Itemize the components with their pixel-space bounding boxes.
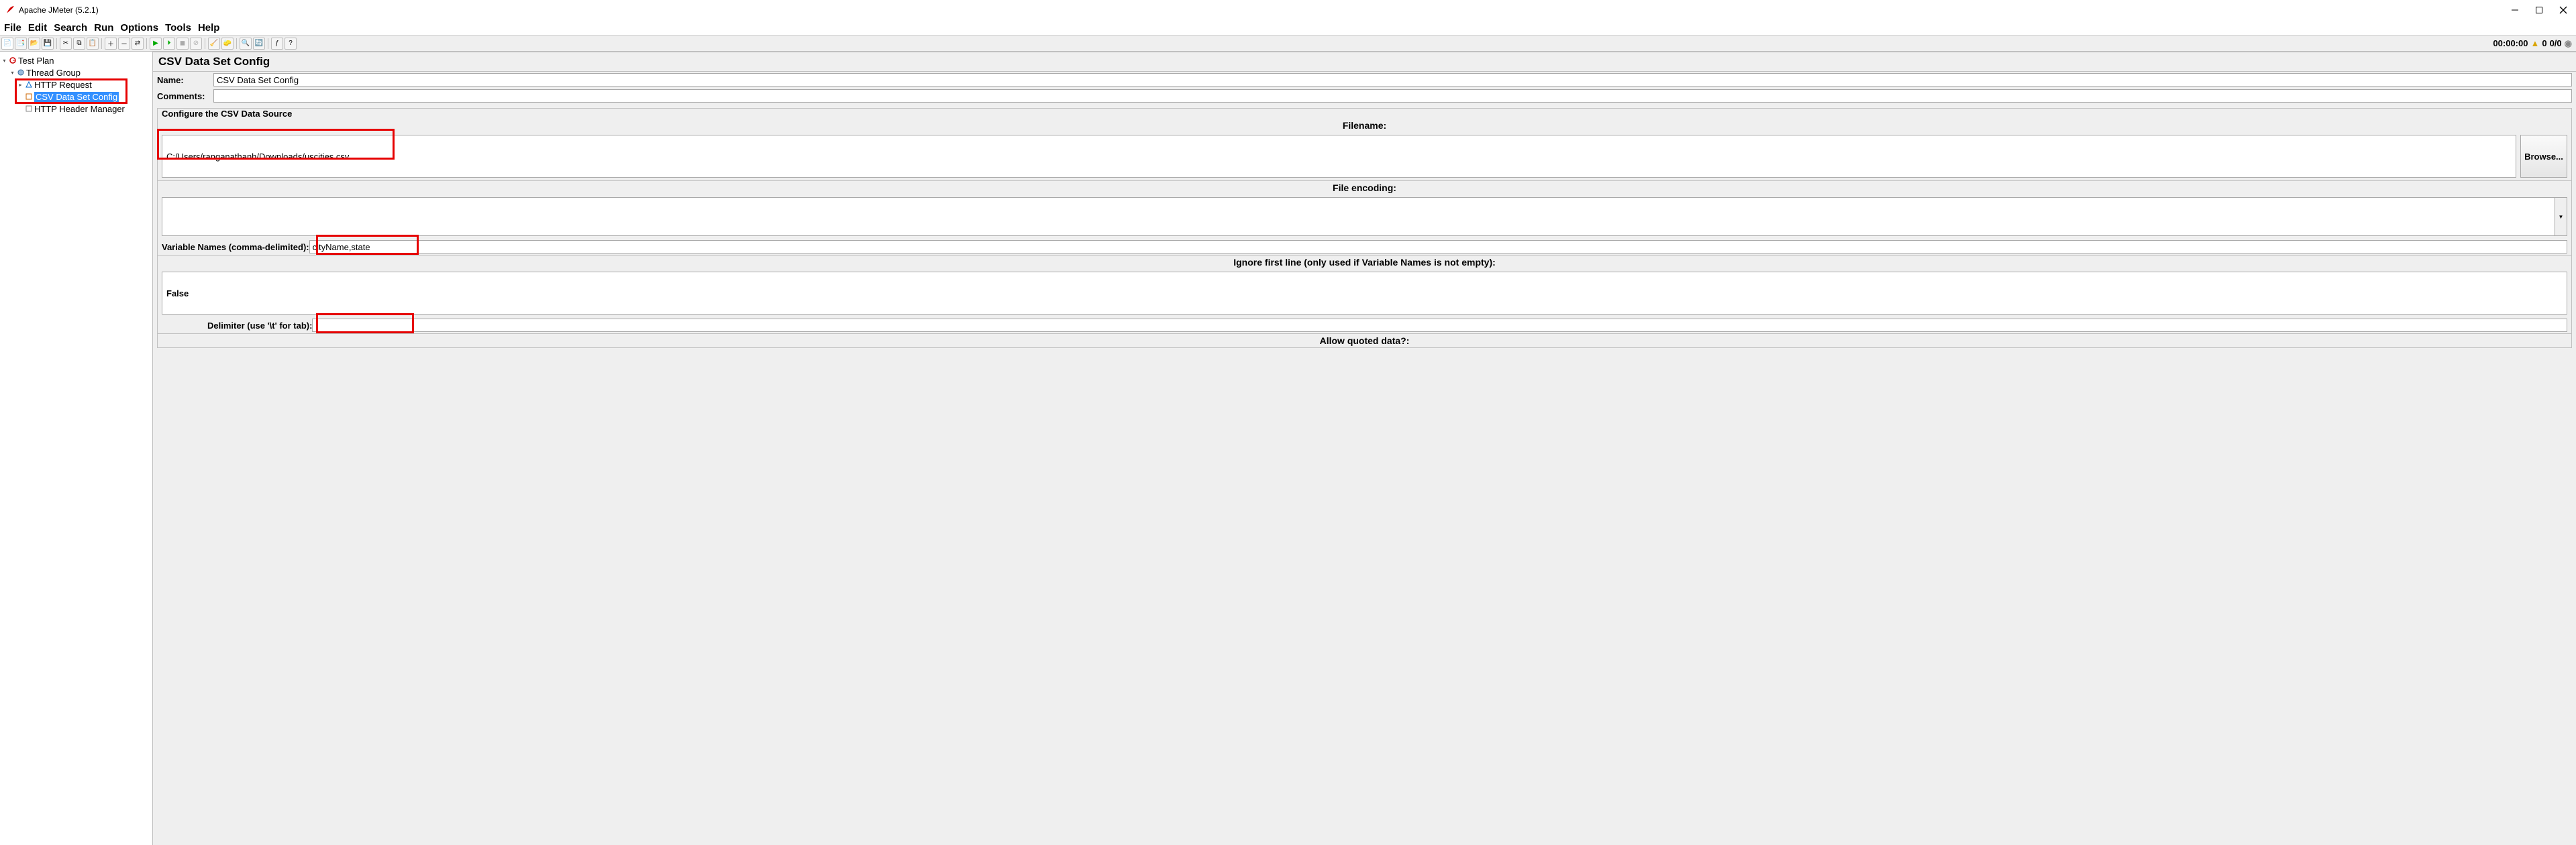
sampler-icon <box>25 80 33 89</box>
expand-icon[interactable]: ＋ <box>105 38 117 50</box>
threadgroup-icon <box>17 68 25 76</box>
varnames-row: Variable Names (comma-delimited): <box>158 239 2571 255</box>
search-icon[interactable]: 🔍 <box>240 38 252 50</box>
tree-label: Thread Group <box>26 68 81 78</box>
templates-icon[interactable]: 📑 <box>15 38 27 50</box>
name-row: Name: <box>153 72 2576 88</box>
toggle-icon[interactable]: ⇄ <box>132 38 144 50</box>
group-title: Configure the CSV Data Source <box>160 109 293 119</box>
config-icon <box>25 105 33 113</box>
tree-root[interactable]: ▾ Test Plan <box>0 54 152 66</box>
name-label: Name: <box>157 75 213 85</box>
delimiter-row: Delimiter (use '\t' for tab): <box>158 317 2571 333</box>
testplan-icon <box>9 56 17 64</box>
filename-input[interactable]: C:/Users/ranganathanh/Downloads/uscities… <box>162 135 2516 178</box>
menu-options[interactable]: Options <box>119 22 160 34</box>
dropdown-icon[interactable]: ▼ <box>2555 198 2567 235</box>
warning-icon: ▲ <box>2530 38 2539 48</box>
tree-thread-group[interactable]: ▾ Thread Group <box>0 66 152 78</box>
delimiter-label: Delimiter (use '\t' for tab): <box>207 321 312 331</box>
delimiter-input[interactable] <box>312 319 2567 332</box>
open-icon[interactable]: 📂 <box>28 38 40 50</box>
tree-csv-config[interactable]: ▸ CSV Data Set Config <box>0 91 152 103</box>
close-button[interactable] <box>2559 5 2568 15</box>
filename-text: C:/Users/ranganathanh/Downloads/uscities… <box>166 152 349 162</box>
paste-icon[interactable]: 📋 <box>87 38 99 50</box>
csv-source-group: Configure the CSV Data Source Filename: … <box>157 108 2572 348</box>
shutdown-icon[interactable]: ⊘ <box>190 38 202 50</box>
main-split: ▾ Test Plan ▾ Thread Group ▸ HTTP Reques… <box>0 52 2576 845</box>
tree-header-manager[interactable]: ▸ HTTP Header Manager <box>0 103 152 115</box>
stop-icon[interactable]: ◼ <box>176 38 189 50</box>
function-helper-icon[interactable]: ƒ <box>271 38 283 50</box>
ignore-value: False <box>166 288 189 298</box>
tree-toggle-icon[interactable]: ▸ <box>17 82 23 88</box>
menu-search[interactable]: Search <box>52 22 89 34</box>
thread-counts: 0/0 <box>2550 38 2562 48</box>
config-panel: CSV Data Set Config Name: Comments: Conf… <box>153 52 2576 845</box>
comments-input[interactable] <box>213 89 2572 103</box>
config-icon <box>25 93 33 101</box>
test-plan-tree[interactable]: ▾ Test Plan ▾ Thread Group ▸ HTTP Reques… <box>0 52 153 845</box>
collapse-icon[interactable]: － <box>118 38 130 50</box>
app-icon <box>5 5 15 15</box>
reset-search-icon[interactable]: 🔄 <box>253 38 265 50</box>
tree-label: CSV Data Set Config <box>34 92 119 102</box>
varnames-input[interactable] <box>309 240 2567 253</box>
encoding-label: File encoding: <box>158 180 2571 194</box>
tree-label: HTTP Request <box>34 80 92 90</box>
clear-icon[interactable]: 🧹 <box>208 38 220 50</box>
warning-count: 0 <box>2542 38 2546 48</box>
elapsed-time: 00:00:00 <box>2493 38 2528 48</box>
menu-file[interactable]: File <box>3 22 23 34</box>
panel-title: CSV Data Set Config <box>153 52 2576 72</box>
filename-block: C:/Users/ranganathanh/Downloads/uscities… <box>158 132 2571 180</box>
save-icon[interactable]: 💾 <box>42 38 54 50</box>
ignore-input[interactable]: False <box>162 272 2567 315</box>
window-title: Apache JMeter (5.2.1) <box>19 5 2510 15</box>
tree-label: Test Plan <box>18 56 54 66</box>
minimize-button[interactable] <box>2510 5 2520 15</box>
status-area: 00:00:00 ▲0 0/0 ◉ <box>2493 38 2575 49</box>
tree-toggle-icon[interactable]: ▾ <box>1 58 7 64</box>
gauge-icon: ◉ <box>2565 38 2572 49</box>
clear-all-icon[interactable]: 🧽 <box>221 38 234 50</box>
tree-toggle-icon[interactable]: ▾ <box>9 70 15 76</box>
toolbar: 📄 📑 📂 💾 ✂ ⧉ 📋 ＋ － ⇄ ▶ ⏵ ◼ ⊘ 🧹 🧽 🔍 🔄 ƒ ? … <box>0 36 2576 52</box>
encoding-input[interactable]: ▼ <box>162 197 2567 236</box>
cut-icon[interactable]: ✂ <box>60 38 72 50</box>
copy-icon[interactable]: ⧉ <box>73 38 85 50</box>
tree-http-request[interactable]: ▸ HTTP Request <box>0 78 152 91</box>
new-icon[interactable]: 📄 <box>1 38 13 50</box>
title-bar: Apache JMeter (5.2.1) <box>0 0 2576 20</box>
menu-help[interactable]: Help <box>197 22 221 34</box>
menu-edit[interactable]: Edit <box>27 22 48 34</box>
comments-row: Comments: <box>153 88 2576 104</box>
browse-button[interactable]: Browse... <box>2520 135 2567 178</box>
comments-label: Comments: <box>157 91 213 101</box>
filename-label: Filename: <box>158 119 2571 132</box>
start-no-timers-icon[interactable]: ⏵ <box>163 38 175 50</box>
menu-bar: File Edit Search Run Options Tools Help <box>0 20 2576 36</box>
menu-tools[interactable]: Tools <box>164 22 193 34</box>
menu-run[interactable]: Run <box>93 22 115 34</box>
start-icon[interactable]: ▶ <box>150 38 162 50</box>
allow-quoted-label: Allow quoted data?: <box>158 333 2571 347</box>
maximize-button[interactable] <box>2534 5 2544 15</box>
name-input[interactable] <box>213 73 2572 87</box>
varnames-label: Variable Names (comma-delimited): <box>162 242 309 252</box>
ignore-label: Ignore first line (only used if Variable… <box>158 255 2571 269</box>
tree-label: HTTP Header Manager <box>34 104 125 114</box>
help-icon[interactable]: ? <box>285 38 297 50</box>
